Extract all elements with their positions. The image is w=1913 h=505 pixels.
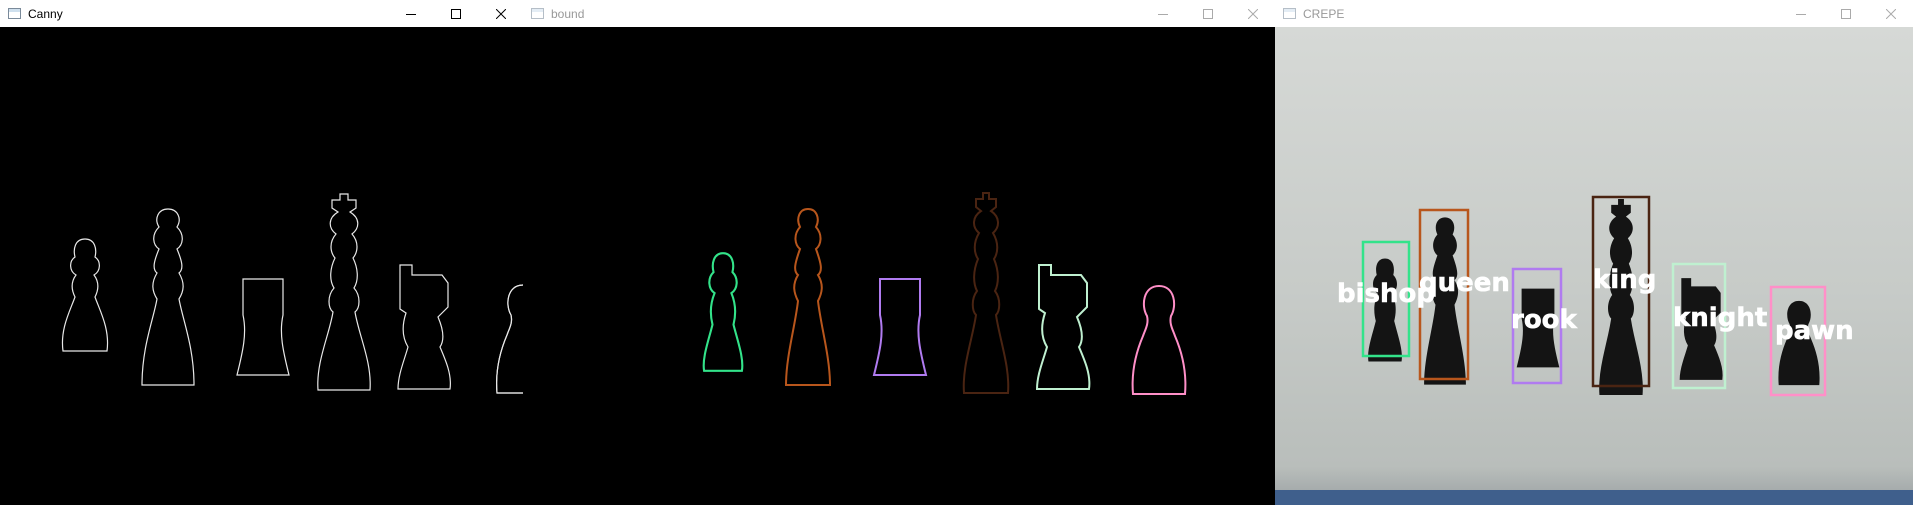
canny-window[interactable]: Canny: [0, 0, 523, 505]
bound-window-title: bound: [551, 6, 585, 21]
maximize-button[interactable]: [1823, 0, 1868, 27]
minimize-icon: [1157, 13, 1168, 15]
maximize-button[interactable]: [1185, 0, 1230, 27]
crepe-window[interactable]: CREPE bishop queen rook king knight pawn: [1275, 0, 1913, 505]
close-button[interactable]: [1868, 0, 1913, 27]
close-icon: [495, 8, 506, 19]
app-window-icon: [8, 8, 21, 19]
canny-edge-image: [0, 27, 523, 505]
canny-pawn-edge: [496, 284, 523, 394]
crepe-detection-image: bishop queen rook king knight pawn: [1275, 27, 1913, 505]
maximize-button[interactable]: [433, 0, 478, 27]
close-icon: [1247, 8, 1258, 19]
canny-titlebar[interactable]: Canny: [0, 0, 523, 27]
king-label: king: [1593, 265, 1656, 295]
bound-titlebar[interactable]: bound: [523, 0, 1275, 27]
canny-pawn-edge-visible: [496, 284, 523, 394]
queen-label: queen: [1419, 268, 1510, 298]
minimize-button[interactable]: [388, 0, 433, 27]
maximize-icon: [1840, 8, 1851, 19]
canny-rook-edge: [236, 278, 290, 376]
close-button[interactable]: [1230, 0, 1275, 27]
maximize-icon: [450, 8, 461, 19]
crepe-titlebar[interactable]: CREPE: [1275, 0, 1913, 27]
bound-king-contour: [962, 192, 1010, 394]
canny-knight-edge: [397, 264, 451, 390]
pawn-label: pawn: [1775, 316, 1854, 346]
bound-pawn-contour: [1131, 285, 1187, 395]
canny-window-title: Canny: [28, 6, 63, 21]
bound-bishop-contour: [702, 252, 744, 372]
bound-contour-image: [523, 27, 1275, 505]
bound-queen-contour: [785, 208, 831, 386]
close-button[interactable]: [478, 0, 523, 27]
app-window-icon: [1283, 8, 1296, 19]
minimize-button[interactable]: [1778, 0, 1823, 27]
app-window-icon: [531, 8, 544, 19]
minimize-button[interactable]: [1140, 0, 1185, 27]
canny-bishop-edge: [61, 238, 109, 352]
bound-knight-contour: [1036, 264, 1091, 390]
maximize-icon: [1202, 8, 1213, 19]
bound-window-frame[interactable]: bound: [523, 0, 1275, 505]
photo-floor-edge: [1275, 490, 1913, 505]
bound-rook-contour: [873, 278, 927, 376]
knight-label: knight: [1673, 303, 1767, 333]
canny-king-edge: [317, 193, 371, 391]
minimize-icon: [405, 13, 416, 15]
canny-queen-edge: [141, 208, 195, 386]
rook-label: rook: [1511, 305, 1578, 335]
minimize-icon: [1795, 13, 1806, 15]
close-icon: [1885, 8, 1896, 19]
crepe-window-title: CREPE: [1303, 6, 1345, 21]
